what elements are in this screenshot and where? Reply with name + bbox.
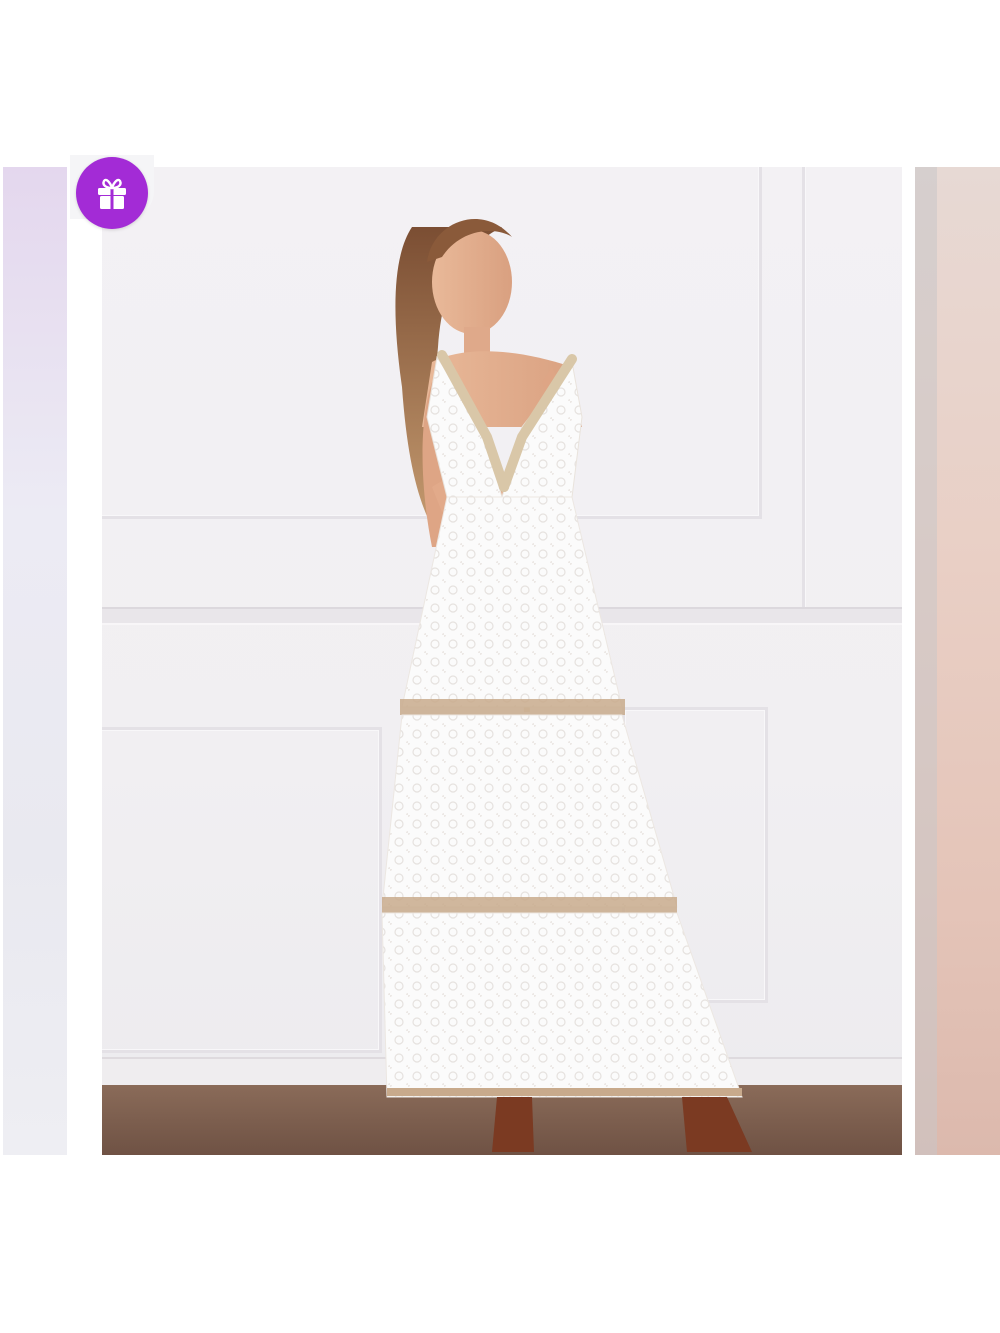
gift-icon (98, 178, 126, 209)
previous-slide-peek[interactable] (3, 167, 67, 1155)
image-carousel[interactable] (0, 0, 1000, 1333)
gift-button[interactable] (76, 157, 148, 229)
product-image[interactable] (102, 167, 902, 1155)
next-slide-edge (915, 167, 937, 1155)
model-in-white-lace-dress (381, 218, 752, 1152)
slide-gap (902, 167, 915, 1155)
slide-gap (67, 167, 102, 1155)
